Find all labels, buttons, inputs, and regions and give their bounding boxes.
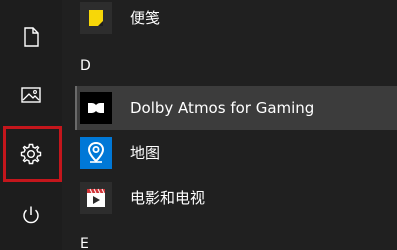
group-header-d[interactable]: D — [80, 58, 91, 74]
gear-icon — [19, 142, 43, 166]
sticky-notes-icon — [80, 2, 112, 34]
app-item-label: 地图 — [130, 144, 161, 162]
sidebar-item-pictures[interactable] — [4, 68, 58, 122]
document-icon — [20, 26, 42, 48]
group-header-e[interactable]: E — [80, 236, 89, 250]
app-item-dolby-atmos[interactable]: Dolby Atmos for Gaming — [75, 86, 397, 130]
app-item-sticky-notes[interactable]: 便笺 — [75, 0, 397, 40]
movies-tv-icon — [80, 182, 112, 214]
maps-icon — [80, 137, 112, 169]
start-menu-sidebar — [0, 0, 62, 250]
power-icon — [20, 204, 42, 226]
app-item-label: 电影和电视 — [130, 189, 206, 207]
app-list: 便笺 D Dolby Atmos for Gaming 地图 电影和电视 E — [75, 0, 397, 250]
app-item-label: Dolby Atmos for Gaming — [130, 99, 315, 117]
app-item-label: 便笺 — [130, 9, 161, 27]
sidebar-item-power[interactable] — [4, 188, 58, 242]
dolby-icon — [80, 92, 112, 124]
app-item-movies-tv[interactable]: 电影和电视 — [75, 176, 397, 220]
app-item-maps[interactable]: 地图 — [75, 131, 397, 175]
sidebar-item-documents[interactable] — [4, 10, 58, 64]
sidebar-item-settings[interactable] — [4, 127, 58, 181]
start-menu: 便笺 D Dolby Atmos for Gaming 地图 电影和电视 E — [0, 0, 397, 250]
pictures-icon — [20, 84, 42, 106]
